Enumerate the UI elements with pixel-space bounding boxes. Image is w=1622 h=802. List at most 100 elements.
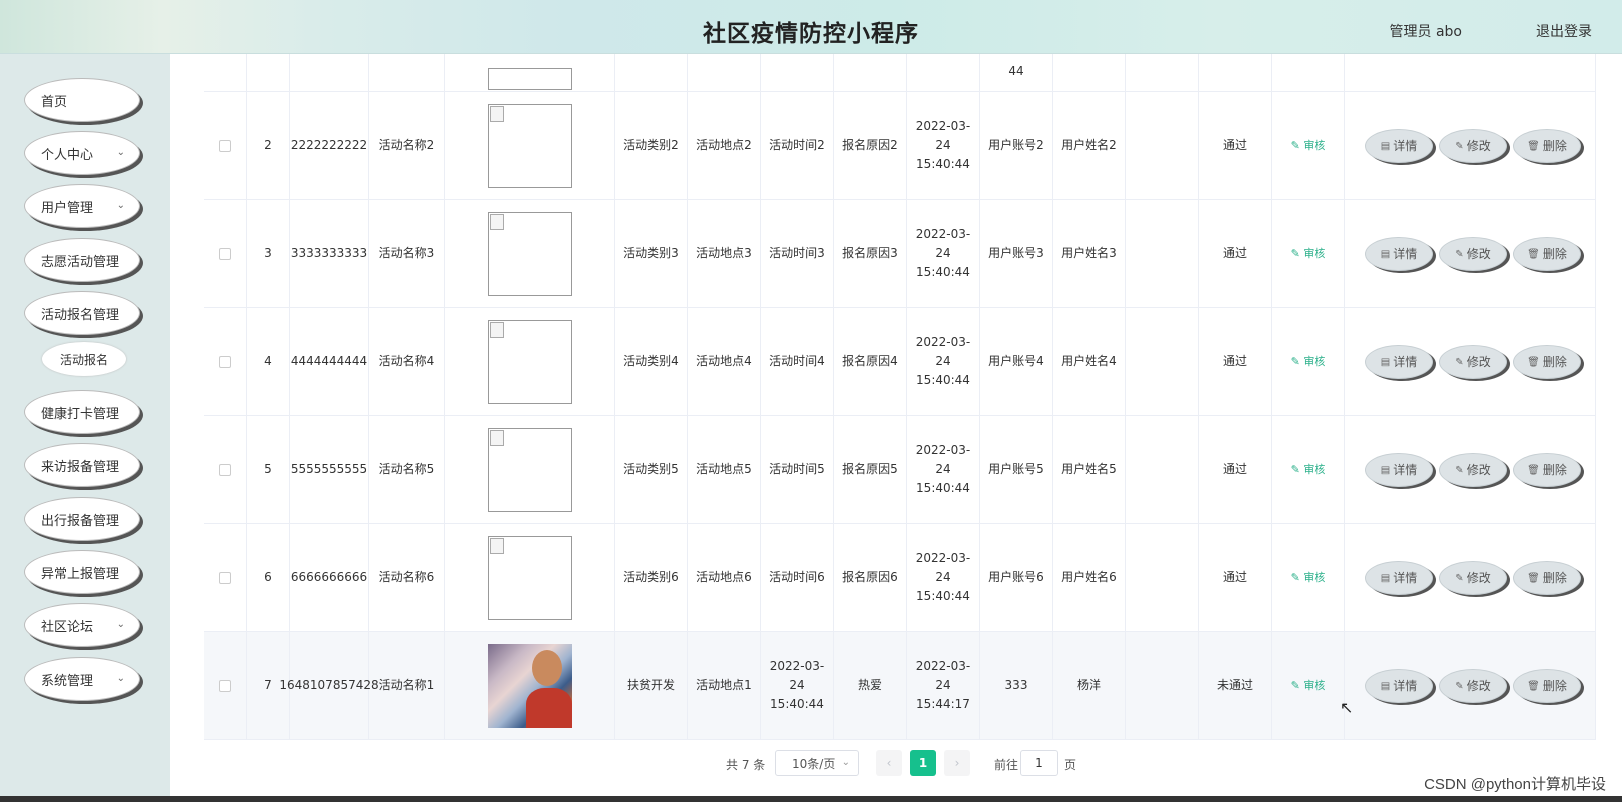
detail-button[interactable]: ▤ 详情	[1365, 669, 1433, 703]
goto-page-input[interactable]	[1020, 750, 1058, 776]
empty-cell	[1126, 632, 1199, 739]
activity-category: 活动类别3	[615, 200, 688, 307]
detail-button[interactable]: ▤ 详情	[1365, 561, 1433, 595]
activity-number: 5555555555	[290, 416, 369, 523]
next-page-button[interactable]: ›	[944, 750, 970, 776]
edit-button[interactable]: ✎ 修改	[1439, 669, 1507, 703]
button-label: 删除	[1542, 462, 1567, 477]
broken-image-icon	[489, 213, 504, 230]
page-size-select[interactable]: 10条/页 ⌄	[775, 750, 859, 776]
chevron-down-icon: ⌄	[116, 673, 125, 684]
page-number-current[interactable]: 1	[910, 750, 936, 776]
prev-page-button[interactable]: ‹	[876, 750, 902, 776]
actions-cell: ▤ 详情 ✎ 修改 🗑 删除	[1345, 92, 1596, 199]
table-row-partial: 44	[204, 54, 1596, 92]
sidebar-item[interactable]: 社区论坛 ⌄	[24, 603, 140, 647]
audit-link[interactable]: ✎ 审核	[1291, 460, 1326, 479]
button-label: 修改	[1466, 138, 1491, 153]
detail-button[interactable]: ▤ 详情	[1365, 345, 1433, 379]
activity-photo	[487, 643, 572, 728]
sidebar-item[interactable]: 健康打卡管理	[24, 390, 140, 434]
trash-icon: 🗑	[1527, 356, 1540, 368]
delete-button[interactable]: 🗑 删除	[1513, 669, 1581, 703]
delete-button[interactable]: 🗑 删除	[1513, 561, 1581, 595]
audit-cell: ✎ 审核	[1272, 416, 1345, 523]
audit-link[interactable]: ✎ 审核	[1291, 352, 1326, 371]
button-label: 删除	[1542, 570, 1567, 585]
activity-image-cell	[445, 308, 615, 415]
activity-place: 活动地点2	[688, 92, 761, 199]
audit-link[interactable]: ✎ 审核	[1291, 676, 1326, 695]
edit-button[interactable]: ✎ 修改	[1439, 129, 1507, 163]
row-checkbox[interactable]	[219, 679, 231, 692]
audit-link[interactable]: ✎ 审核	[1291, 136, 1326, 155]
row-checkbox[interactable]	[219, 355, 231, 368]
activity-name: 活动名称1	[369, 632, 445, 739]
pencil-icon: ✎	[1455, 140, 1464, 152]
row-checkbox[interactable]	[219, 463, 231, 476]
detail-button[interactable]: ▤ 详情	[1365, 237, 1433, 271]
pencil-icon: ✎	[1455, 248, 1464, 260]
trash-icon: 🗑	[1527, 572, 1540, 584]
audit-link[interactable]: ✎ 审核	[1291, 244, 1326, 263]
row-select-cell	[204, 92, 247, 199]
broken-image-placeholder	[487, 427, 572, 512]
detail-button[interactable]: ▤ 详情	[1365, 453, 1433, 487]
table-cell	[290, 54, 369, 91]
table-row: 2 2222222222 活动名称2 活动类别2 活动地点2 活动时间2 报名原因2 2022…	[204, 92, 1596, 200]
sidebar-item[interactable]: 来访报备管理	[24, 443, 140, 487]
audit-status: 通过	[1199, 416, 1272, 523]
user-account: 用户账号6	[980, 524, 1053, 631]
audit-link[interactable]: ✎ 审核	[1291, 568, 1326, 587]
sidebar-item-label: 首页	[41, 94, 68, 110]
activity-number: 3333333333	[290, 200, 369, 307]
sidebar-item[interactable]: 出行报备管理	[24, 497, 140, 541]
activity-category: 活动类别2	[615, 92, 688, 199]
edit-button[interactable]: ✎ 修改	[1439, 561, 1507, 595]
sidebar-item[interactable]: 首页	[24, 78, 140, 122]
activity-name: 活动名称2	[369, 92, 445, 199]
empty-cell	[1126, 308, 1199, 415]
table-row: 3 3333333333 活动名称3 活动类别3 活动地点3 活动时间3 报名原因3 2022…	[204, 200, 1596, 308]
activity-number: 6666666666	[290, 524, 369, 631]
signup-reason: 热爱	[834, 632, 907, 739]
activity-time: 活动时间3	[761, 200, 834, 307]
actions-cell: ▤ 详情 ✎ 修改 🗑 删除	[1345, 416, 1596, 523]
activity-place: 活动地点6	[688, 524, 761, 631]
button-label: 详情	[1393, 246, 1418, 261]
chevron-down-icon: ⌄	[116, 619, 125, 630]
activity-time: 活动时间5	[761, 416, 834, 523]
delete-button[interactable]: 🗑 删除	[1513, 345, 1581, 379]
row-checkbox[interactable]	[219, 571, 231, 584]
sidebar-item[interactable]: 用户管理 ⌄	[24, 184, 140, 228]
delete-button[interactable]: 🗑 删除	[1513, 453, 1581, 487]
actions-cell: ▤ 详情 ✎ 修改 🗑 删除	[1345, 200, 1596, 307]
edit-button[interactable]: ✎ 修改	[1439, 237, 1507, 271]
chevron-down-icon: ⌄	[841, 757, 850, 768]
table-cell: 44	[980, 54, 1053, 91]
sidebar-subitem-activity-signup[interactable]: 活动报名	[42, 342, 126, 376]
row-select-cell	[204, 308, 247, 415]
edit-button[interactable]: ✎ 修改	[1439, 453, 1507, 487]
sidebar-item[interactable]: 异常上报管理	[24, 550, 140, 594]
row-checkbox[interactable]	[219, 139, 231, 152]
delete-button[interactable]: 🗑 删除	[1513, 237, 1581, 271]
sidebar-item[interactable]: 个人中心 ⌄	[24, 131, 140, 175]
signup-reason: 报名原因2	[834, 92, 907, 199]
sidebar-item[interactable]: 系统管理 ⌄	[24, 657, 140, 701]
logout-link[interactable]: 退出登录	[1536, 21, 1592, 41]
edit-button[interactable]: ✎ 修改	[1439, 345, 1507, 379]
detail-button[interactable]: ▤ 详情	[1365, 129, 1433, 163]
mouse-cursor-icon: ↖	[1340, 698, 1354, 717]
audit-label: 审核	[1303, 247, 1326, 260]
sidebar-item[interactable]: 活动报名管理	[24, 291, 140, 335]
button-label: 删除	[1542, 246, 1567, 261]
delete-button[interactable]: 🗑 删除	[1513, 129, 1581, 163]
table-right-gutter	[1598, 54, 1622, 796]
button-label: 详情	[1393, 138, 1418, 153]
empty-cell	[1126, 200, 1199, 307]
user-account: 用户账号4	[980, 308, 1053, 415]
row-checkbox[interactable]	[219, 247, 231, 260]
sidebar-item[interactable]: 志愿活动管理	[24, 238, 140, 282]
page-label: 页	[1064, 758, 1077, 772]
